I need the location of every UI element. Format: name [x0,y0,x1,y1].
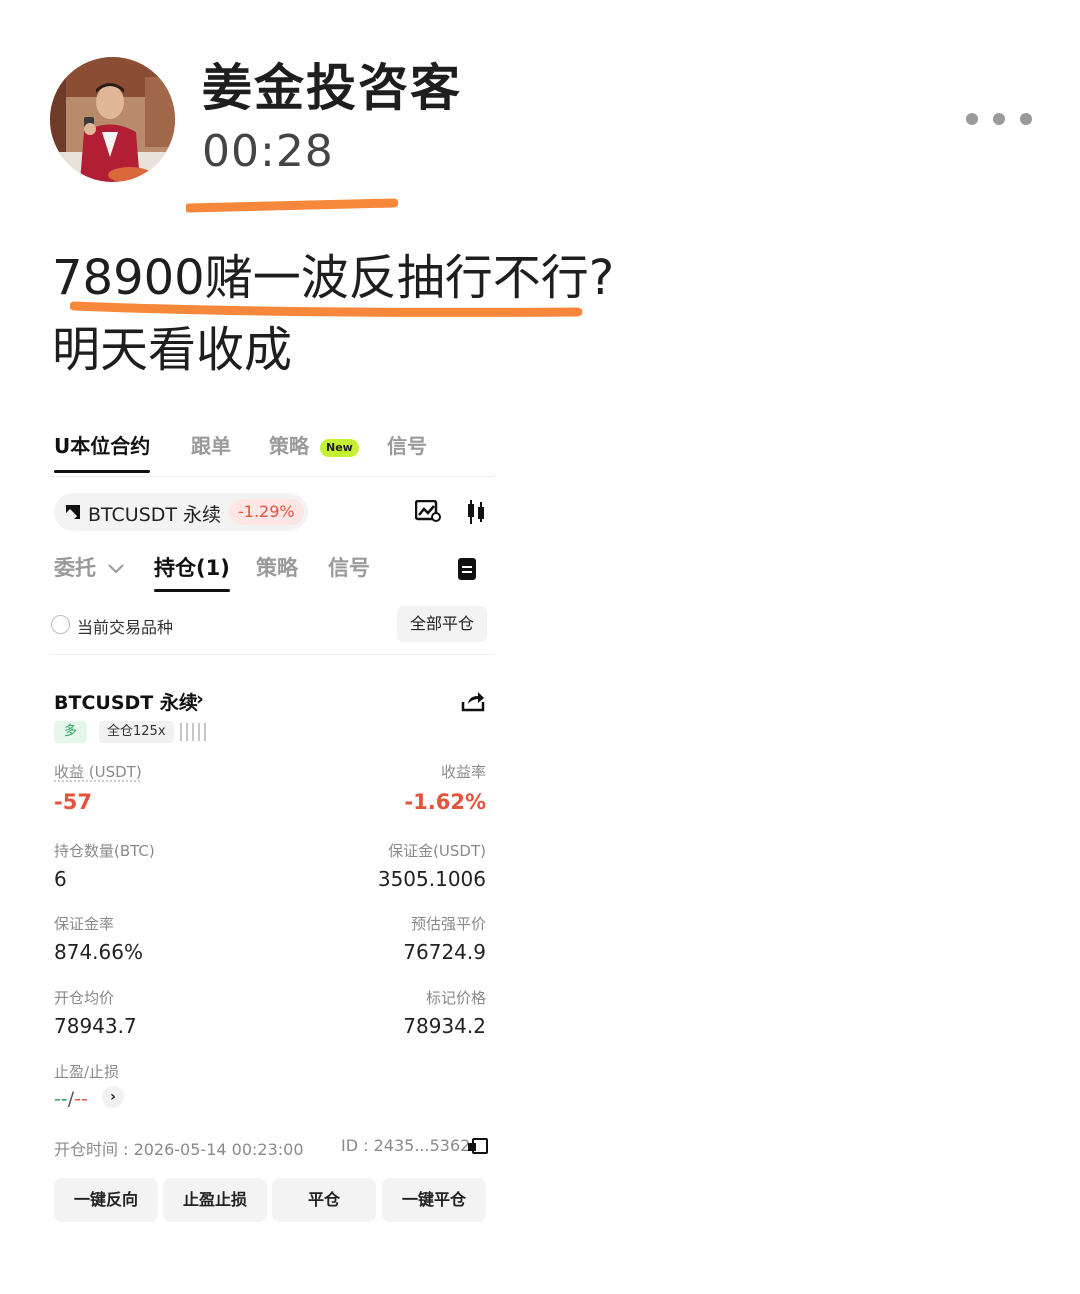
size-label: 持仓数量(BTC) [54,842,155,860]
entry-price-label: 开仓均价 [54,989,115,1007]
pair-selector[interactable]: BTCUSDT 永续 -1.29% [54,493,308,531]
roe-value: -1.62% [404,790,486,814]
contract-tabs: U本位合约 跟单 策略 New 信号 [50,426,494,477]
margin-ratio-value: 874.66% [54,940,143,964]
more-dot-icon [966,113,978,125]
pnl-value: -57 [54,790,92,814]
position-id: ID : 2435...5362 [341,1136,471,1155]
trading-screenshot: U本位合约 跟单 策略 New 信号 BTCUSDT 永续 -1.29% 委托 … [50,420,494,1230]
tab-copy-trading[interactable]: 跟单 [191,430,231,459]
orange-underline-mark [70,301,583,317]
leverage-badge: 全仓125x [99,721,174,743]
pair-change-badge: -1.29% [229,499,304,525]
entry-price-value: 78943.7 [54,1014,137,1038]
more-options-button[interactable] [966,108,1032,130]
new-badge: New [320,439,359,457]
tab-signal[interactable]: 信号 [387,430,427,459]
author-name[interactable]: 姜金投咨客 [202,56,462,120]
current-symbol-label: 当前交易品种 [77,618,174,637]
document-icon[interactable] [458,558,476,580]
mark-price-value: 78934.2 [403,1014,486,1038]
one-click-close-button[interactable]: 一键平仓 [382,1178,486,1222]
pair-name: BTCUSDT 永续 [88,504,222,526]
tab-strategy[interactable]: 策略 [269,430,309,459]
current-symbol-radio[interactable] [51,615,70,634]
position-tabs: 委托 持仓(1) 策略 信号 [50,552,494,592]
pnl-label: 收益 (USDT) [54,763,142,781]
liq-price-value: 76724.9 [403,940,486,964]
candlestick-icon[interactable] [465,499,487,525]
tp-value: -- [54,1088,68,1110]
share-icon[interactable] [460,688,486,714]
tab-positions[interactable]: 持仓(1) [154,552,230,592]
tpsl-edit-icon[interactable]: › [102,1086,124,1108]
size-value: 6 [54,867,67,891]
liq-price-label: 预估强平价 [410,915,486,933]
margin-value: 3505.1006 [377,867,486,891]
reverse-position-button[interactable]: 一键反向 [54,1178,158,1222]
position-symbol[interactable]: BTCUSDT 永续 [54,688,198,715]
mark-price-label: 标记价格 [425,989,486,1007]
sl-value: -- [74,1088,88,1110]
author-avatar[interactable] [50,57,175,182]
tab-strategy-sub[interactable]: 策略 [256,552,298,582]
post-line: 明天看收成 [52,322,293,378]
tpsl-button[interactable]: 止盈止损 [163,1178,267,1222]
close-all-button[interactable]: 全部平仓 [397,606,487,642]
orange-underline-mark [186,198,398,213]
open-time: 开仓时间 : 2026-05-14 00:23:00 [54,1140,304,1159]
margin-label: 保证金(USDT) [388,842,486,860]
tpsl-label: 止盈/止损 [54,1063,120,1081]
margin-ratio-label: 保证金率 [54,915,115,933]
tab-usdt-futures[interactable]: U本位合约 [54,430,151,473]
filter-row: 当前交易品种 全部平仓 [50,606,494,655]
roe-label: 收益率 [440,763,486,781]
tab-signal-sub[interactable]: 信号 [328,552,370,582]
more-dot-icon [1020,113,1032,125]
chart-icon[interactable] [415,500,441,522]
close-position-button[interactable]: 平仓 [272,1178,376,1222]
more-dot-icon [993,113,1005,125]
side-badge: 多 [54,721,88,743]
tab-orders-label: 委托 [54,556,96,580]
tab-orders[interactable]: 委托 [54,552,125,582]
tpsl-value: --/-- [54,1088,88,1110]
chevron-right-icon[interactable]: › [196,688,204,710]
copy-icon[interactable] [468,1138,488,1154]
chevron-down-icon [108,564,125,574]
post-time: 00:28 [202,126,334,177]
avatar-photo [50,57,175,182]
pair-logo-icon [66,505,80,519]
adl-indicator-icon [180,723,206,741]
